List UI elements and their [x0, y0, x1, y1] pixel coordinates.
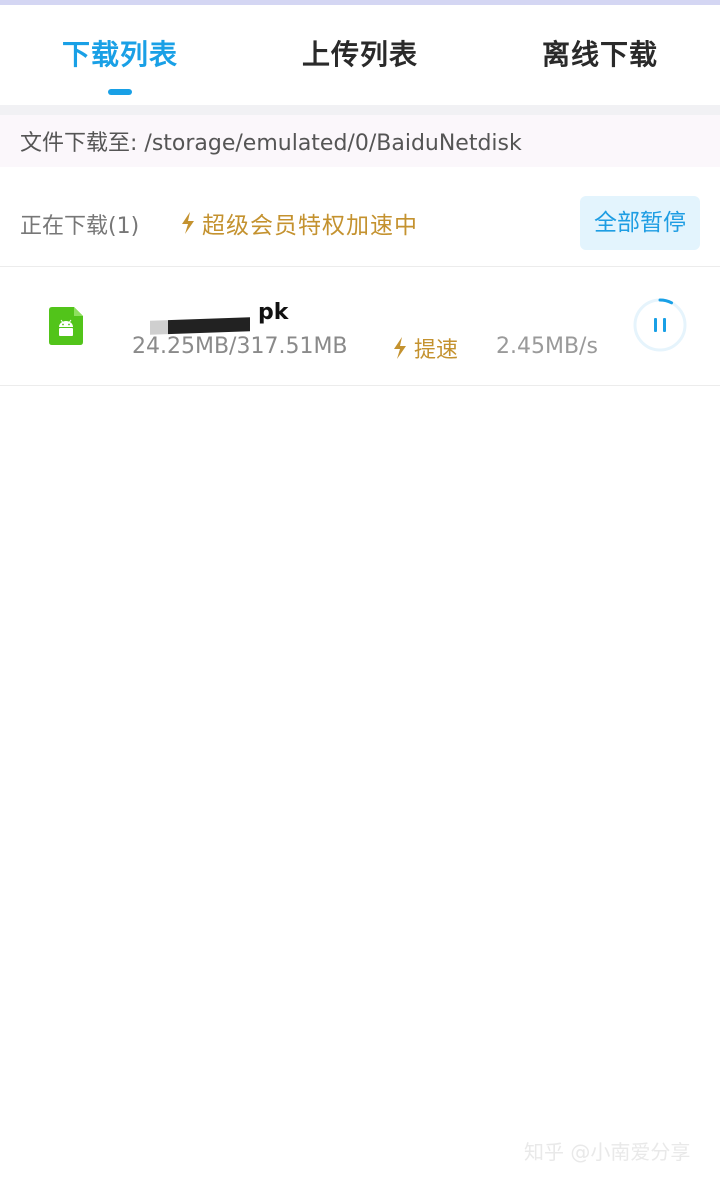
download-path-text: 文件下载至: /storage/emulated/0/BaiduNetdisk: [20, 131, 522, 156]
download-list-item[interactable]: pk 24.25MB/317.51MB 提速 2.45MB/s: [0, 267, 720, 385]
redacted-file-name: [150, 317, 250, 335]
file-name: pk: [258, 300, 289, 325]
pause-all-button[interactable]: 全部暂停: [580, 196, 700, 250]
tab-bar: 下载列表 上传列表 离线下载: [0, 5, 720, 105]
watermark: 知乎 @小南爱分享: [524, 1140, 691, 1164]
vip-acceleration-banner: 超级会员特权加速中: [180, 206, 418, 240]
download-size-progress: 24.25MB/317.51MB: [132, 334, 348, 359]
boost-label: 提速: [414, 338, 459, 363]
boost-button[interactable]: 提速: [392, 332, 458, 364]
active-tab-indicator: [108, 89, 132, 95]
tab-offline-download[interactable]: 离线下载: [480, 33, 720, 73]
vip-acceleration-text: 超级会员特权加速中: [202, 213, 418, 239]
divider: [0, 385, 720, 386]
lightning-icon: [394, 337, 406, 359]
pause-icon: [654, 318, 657, 332]
android-apk-icon: [49, 307, 83, 345]
download-path-bar: 文件下载至: /storage/emulated/0/BaiduNetdisk: [0, 115, 720, 167]
tab-upload-list[interactable]: 上传列表: [240, 33, 480, 73]
download-speed: 2.45MB/s: [496, 334, 598, 359]
tab-download-list[interactable]: 下载列表: [0, 33, 240, 73]
downloading-count-label: 正在下载(1): [20, 214, 140, 239]
section-gap: [0, 105, 720, 115]
lightning-icon: [182, 212, 194, 234]
pause-download-button[interactable]: [632, 297, 688, 353]
download-status-row: 正在下载(1) 超级会员特权加速中 全部暂停: [0, 178, 720, 266]
